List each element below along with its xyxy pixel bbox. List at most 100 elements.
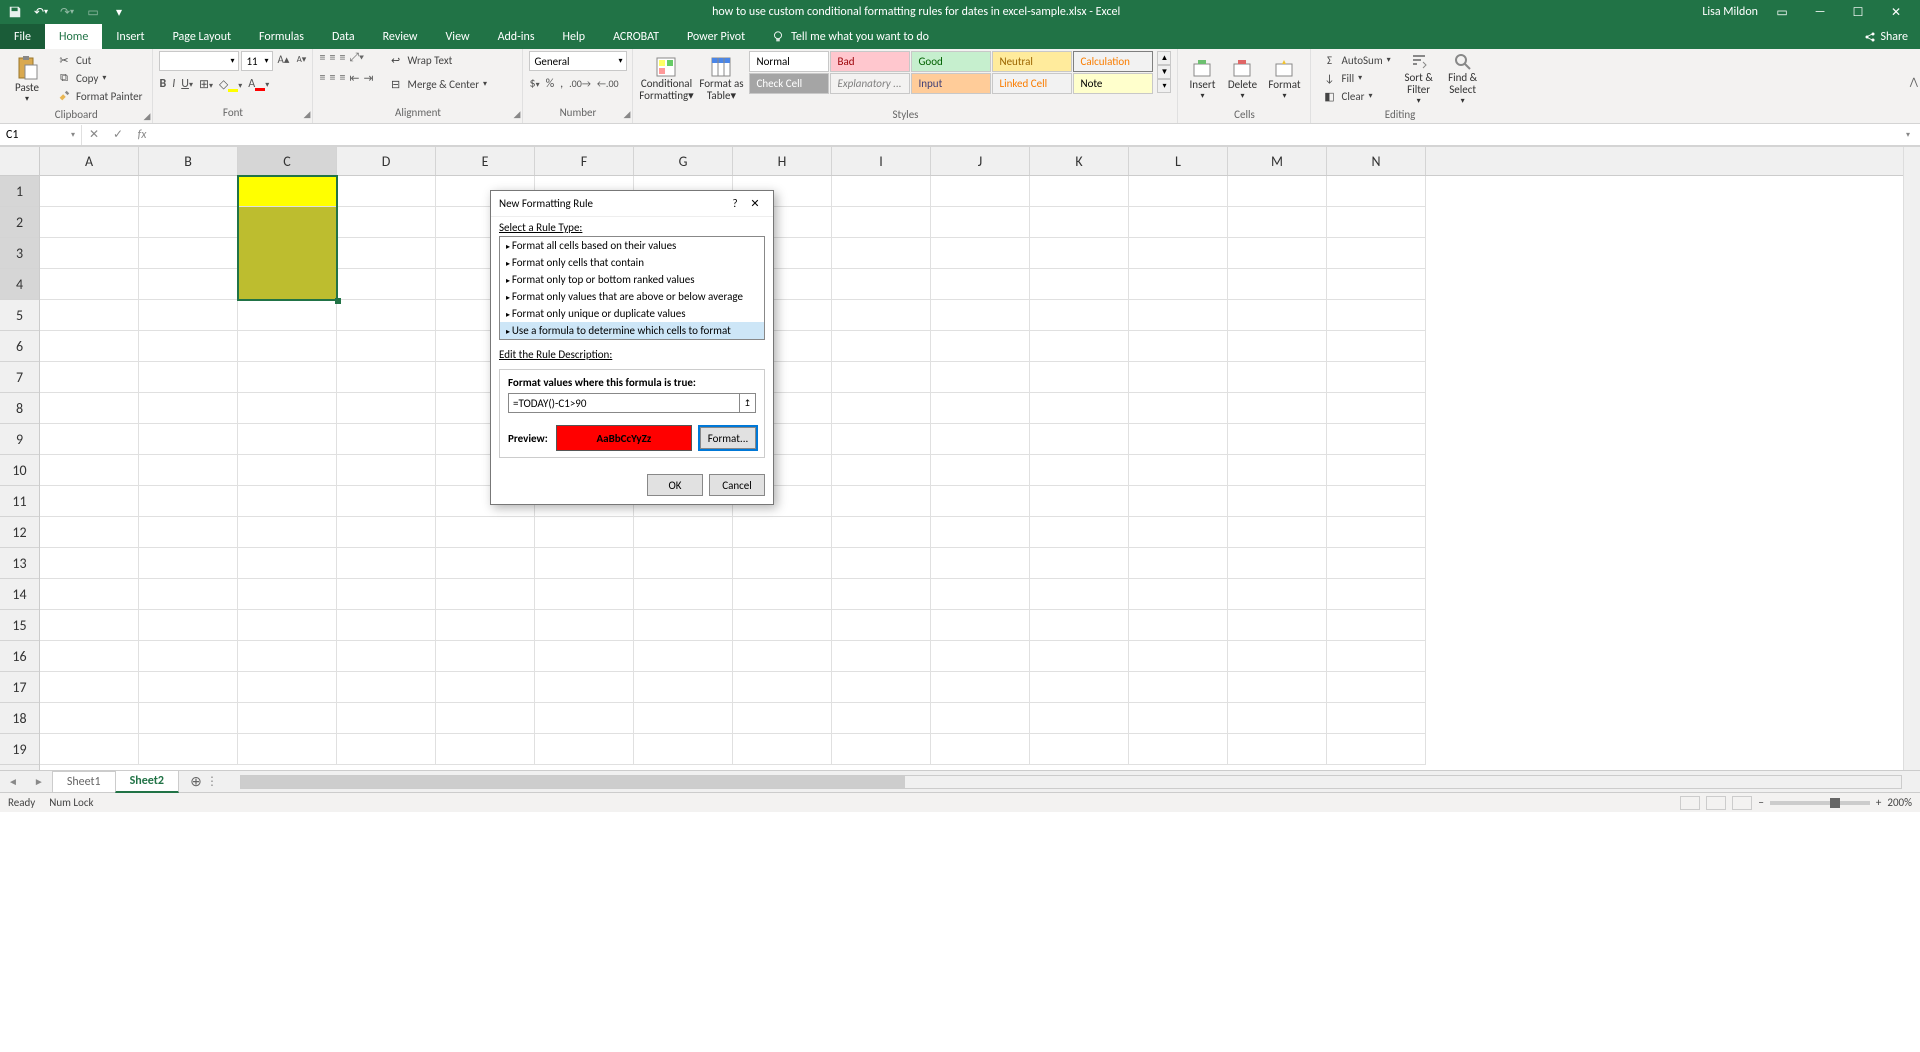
cell[interactable]	[1228, 207, 1327, 238]
cell[interactable]	[535, 672, 634, 703]
cell[interactable]	[238, 734, 337, 765]
cell[interactable]	[238, 393, 337, 424]
cell[interactable]	[1228, 269, 1327, 300]
cell[interactable]	[733, 548, 832, 579]
style-bad[interactable]: Bad	[830, 51, 910, 72]
cell[interactable]	[238, 703, 337, 734]
cell[interactable]	[931, 362, 1030, 393]
cell[interactable]	[1030, 517, 1129, 548]
row-header-5[interactable]: 5	[0, 300, 39, 331]
cell[interactable]	[139, 238, 238, 269]
undo-icon[interactable]: ↶▾	[30, 1, 52, 23]
row-header-14[interactable]: 14	[0, 579, 39, 610]
cell[interactable]	[238, 300, 337, 331]
cell[interactable]	[1228, 238, 1327, 269]
cell[interactable]	[931, 610, 1030, 641]
cell[interactable]	[1129, 455, 1228, 486]
cell[interactable]	[1327, 548, 1426, 579]
share-button[interactable]: Share	[1852, 24, 1920, 49]
cell[interactable]	[1030, 610, 1129, 641]
clipboard-launcher-icon[interactable]: ◢	[144, 109, 151, 125]
cell[interactable]	[1030, 486, 1129, 517]
sort-filter-button[interactable]: Sort & Filter▾	[1399, 51, 1439, 107]
cell[interactable]	[733, 579, 832, 610]
cell[interactable]	[139, 300, 238, 331]
cell[interactable]	[1030, 455, 1129, 486]
col-header-C[interactable]: C	[238, 147, 337, 175]
cell[interactable]	[337, 703, 436, 734]
cell[interactable]	[238, 331, 337, 362]
col-header-J[interactable]: J	[931, 147, 1030, 175]
styles-down-icon[interactable]: ▼	[1157, 65, 1171, 79]
redo-icon[interactable]: ↷▾	[56, 1, 78, 23]
cell[interactable]	[931, 734, 1030, 765]
rule-formula-input[interactable]: =TODAY()-C1>90 ↥	[508, 393, 756, 413]
conditional-formatting-button[interactable]: Conditional Formatting▾	[639, 51, 693, 107]
cell[interactable]	[1327, 610, 1426, 641]
cell[interactable]	[238, 548, 337, 579]
view-pagelayout-icon[interactable]	[1706, 796, 1726, 810]
tab-help[interactable]: Help	[549, 24, 600, 49]
style-explanatory[interactable]: Explanatory ...	[830, 73, 910, 94]
align-left-icon[interactable]: ≡	[319, 71, 325, 86]
cell[interactable]	[832, 703, 931, 734]
cell-area[interactable]	[40, 176, 1903, 771]
worksheet-grid[interactable]: ABCDEFGHIJKLMN 1234567891011121314151617…	[0, 146, 1920, 770]
cell[interactable]	[436, 703, 535, 734]
cell[interactable]	[1327, 300, 1426, 331]
zoom-in-icon[interactable]: +	[1876, 796, 1881, 809]
cell[interactable]	[1030, 703, 1129, 734]
cell[interactable]	[139, 362, 238, 393]
font-launcher-icon[interactable]: ◢	[304, 107, 311, 123]
ribbon-display-icon[interactable]: ▭	[1768, 1, 1796, 23]
cell[interactable]	[1228, 641, 1327, 672]
cell[interactable]	[931, 672, 1030, 703]
cell[interactable]	[40, 455, 139, 486]
cell[interactable]	[832, 517, 931, 548]
alignment-launcher-icon[interactable]: ◢	[514, 107, 521, 123]
cell[interactable]	[733, 517, 832, 548]
name-box[interactable]: C1▾	[0, 125, 82, 145]
zoom-value[interactable]: 200%	[1887, 796, 1912, 809]
cell[interactable]	[337, 548, 436, 579]
cell[interactable]	[832, 455, 931, 486]
cell[interactable]	[1228, 579, 1327, 610]
align-center-icon[interactable]: ≡	[329, 71, 335, 86]
font-name-combo[interactable]: ▾	[159, 51, 239, 71]
cell[interactable]	[337, 331, 436, 362]
row-header-8[interactable]: 8	[0, 393, 39, 424]
add-sheet-button[interactable]: ⊕	[186, 772, 206, 792]
cell[interactable]	[931, 300, 1030, 331]
cell[interactable]	[634, 641, 733, 672]
cell[interactable]	[931, 703, 1030, 734]
cell[interactable]	[337, 672, 436, 703]
row-header-11[interactable]: 11	[0, 486, 39, 517]
cell[interactable]	[139, 269, 238, 300]
tab-home[interactable]: Home	[45, 24, 102, 49]
styles-scroll[interactable]: ▲ ▼ ▾	[1157, 51, 1171, 93]
cell[interactable]	[1327, 455, 1426, 486]
cell[interactable]	[139, 517, 238, 548]
rule-type-4[interactable]: Format only unique or duplicate values	[500, 305, 764, 322]
tab-insert[interactable]: Insert	[102, 24, 158, 49]
cell[interactable]	[931, 424, 1030, 455]
row-header-4[interactable]: 4	[0, 269, 39, 300]
border-button[interactable]: ⊞▾	[199, 77, 213, 92]
rule-type-2[interactable]: Format only top or bottom ranked values	[500, 271, 764, 288]
cell[interactable]	[634, 672, 733, 703]
collapse-ribbon-icon[interactable]: ⋀	[1910, 75, 1918, 88]
cancel-formula-icon[interactable]: ✕	[82, 127, 106, 142]
col-header-F[interactable]: F	[535, 147, 634, 175]
style-input[interactable]: Input	[911, 73, 991, 94]
user-name[interactable]: Lisa Mildon	[1702, 5, 1758, 19]
maximize-icon[interactable]: ☐	[1844, 1, 1872, 23]
number-format-combo[interactable]: General▾	[529, 51, 627, 71]
align-right-icon[interactable]: ≡	[339, 71, 345, 86]
cell[interactable]	[1030, 269, 1129, 300]
cell[interactable]	[535, 641, 634, 672]
styles-up-icon[interactable]: ▲	[1157, 51, 1171, 65]
row-header-18[interactable]: 18	[0, 703, 39, 734]
row-header-19[interactable]: 19	[0, 734, 39, 765]
cell[interactable]	[1228, 734, 1327, 765]
cell[interactable]	[139, 703, 238, 734]
